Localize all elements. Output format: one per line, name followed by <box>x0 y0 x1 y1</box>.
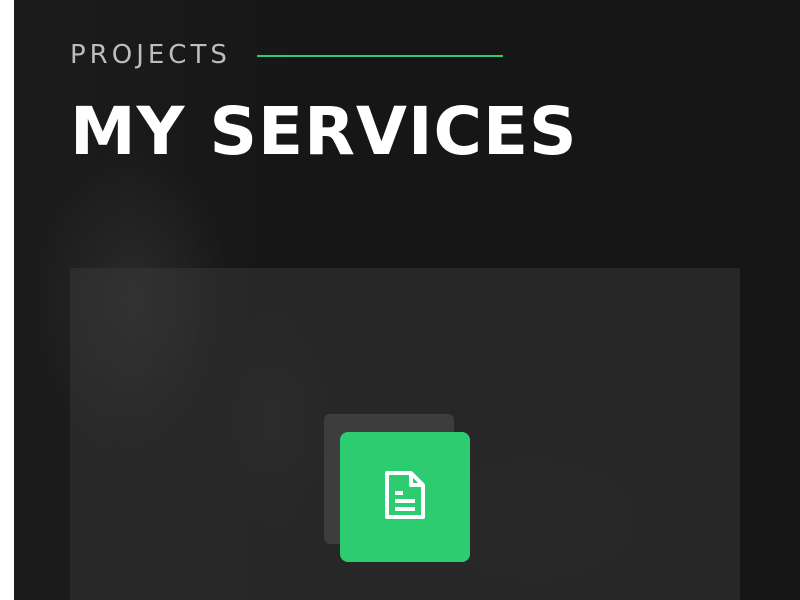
section-eyebrow: PROJECTS <box>70 40 503 70</box>
eyebrow-divider <box>256 55 503 57</box>
services-section: PROJECTS MY SERVICES <box>14 0 800 600</box>
section-title: MY SERVICES <box>70 93 578 170</box>
eyebrow-label: PROJECTS <box>70 40 231 70</box>
document-icon <box>383 469 427 525</box>
service-card[interactable] <box>70 268 740 600</box>
page: PROJECTS MY SERVICES <box>0 0 800 600</box>
service-icon-tile <box>340 432 470 562</box>
